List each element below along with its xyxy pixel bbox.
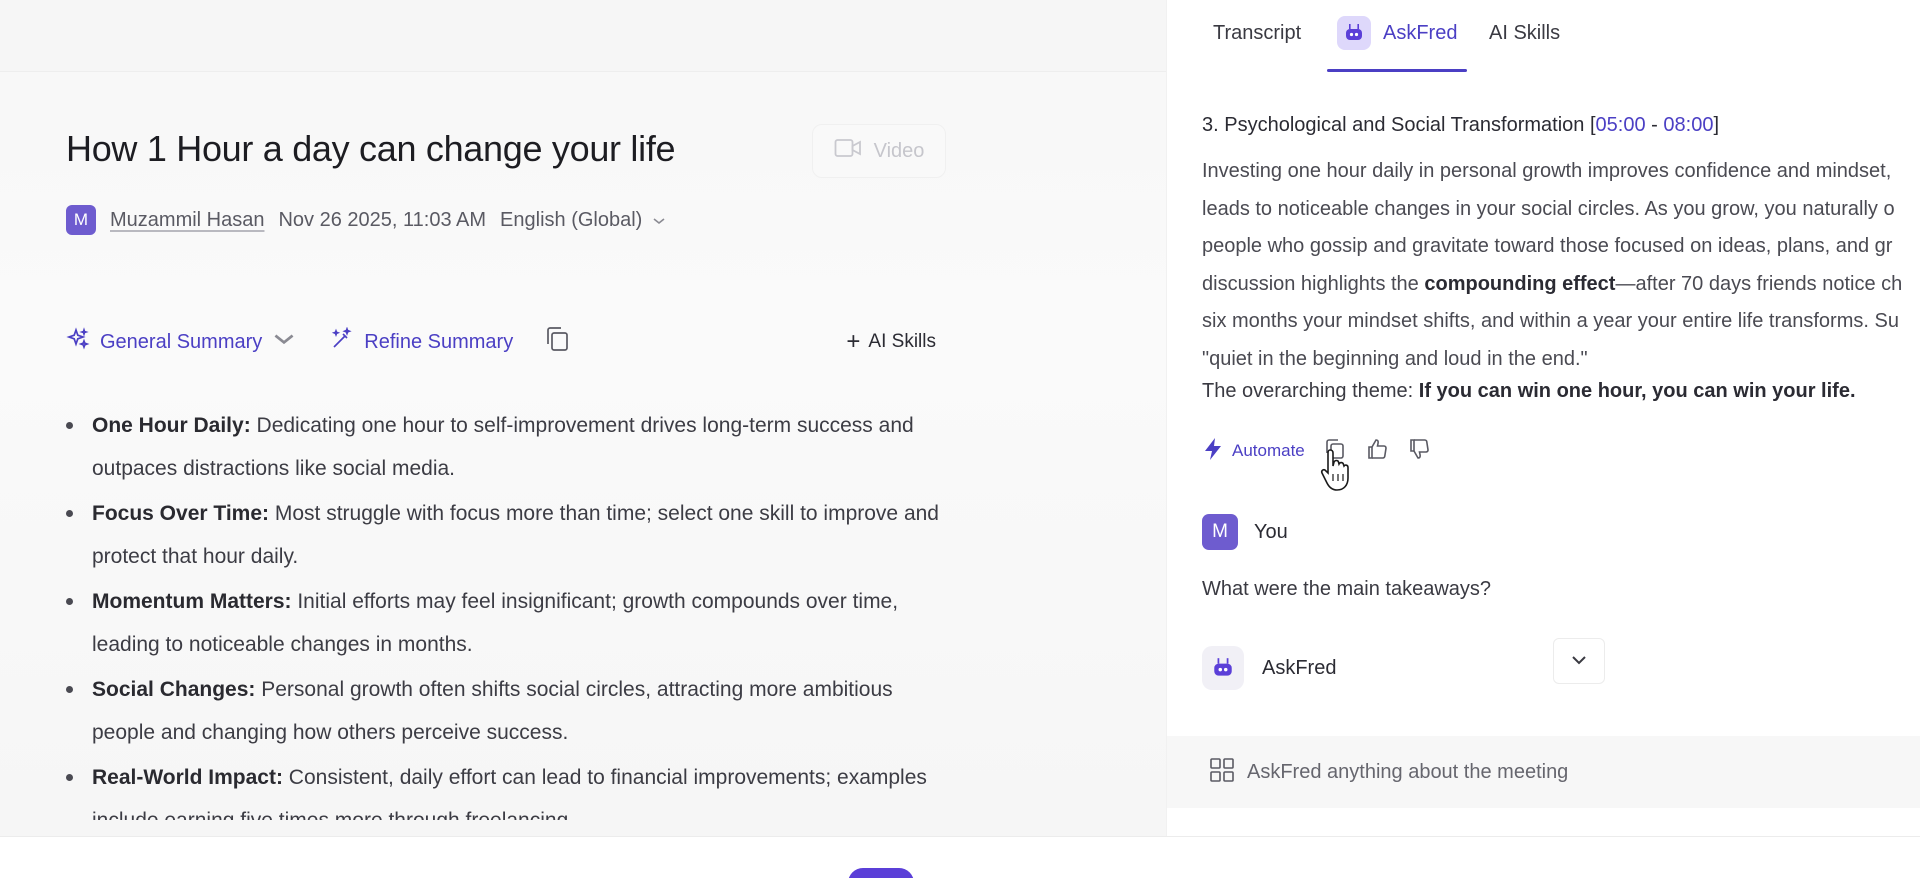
user-label: You — [1254, 520, 1288, 543]
answer-line: people who gossip and gravitate toward t… — [1202, 235, 1893, 257]
video-camera-icon — [834, 137, 862, 165]
magic-wand-icon — [330, 326, 354, 357]
language-value: English (Global) — [500, 208, 643, 231]
thumbs-down-button[interactable] — [1407, 437, 1431, 466]
answer-text: discussion highlights the — [1202, 272, 1425, 295]
video-button-label: Video — [873, 139, 925, 162]
chevron-down-icon — [1571, 652, 1587, 670]
section-title: 3. Psychological and Social Transformati… — [1202, 114, 1585, 136]
tab-transcript-label: Transcript — [1213, 22, 1302, 44]
user-question: What were the main takeaways? — [1202, 578, 1492, 600]
general-summary-label: General Summary — [100, 330, 263, 353]
robot-icon — [1337, 16, 1371, 50]
bullet-label: Focus Over Time: — [92, 502, 270, 525]
thumbs-down-icon — [1409, 438, 1429, 459]
timestamp-start-link[interactable]: 05:00 — [1596, 114, 1646, 136]
answer-section-heading: 3. Psychological and Social Transformati… — [1202, 114, 1719, 137]
refine-summary-button[interactable]: Refine Summary — [330, 326, 514, 357]
thumbs-up-button[interactable] — [1365, 437, 1389, 466]
copy-summary-button[interactable] — [543, 324, 571, 360]
refine-summary-label: Refine Summary — [364, 330, 514, 353]
theme-text: If you can win one hour, you can win you… — [1418, 380, 1856, 402]
meeting-summary-pane: How 1 Hour a day can change your life Vi… — [0, 0, 1166, 836]
automate-button[interactable]: Automate — [1202, 437, 1305, 466]
list-item: Momentum Matters: Initial efforts may fe… — [66, 580, 946, 666]
answer-line: Investing one hour daily in personal gro… — [1202, 160, 1892, 182]
bottom-bar — [0, 836, 1920, 878]
lightning-icon — [1202, 437, 1224, 466]
hand-cursor-icon — [1320, 449, 1349, 491]
tab-askfred[interactable]: AskFred — [1337, 16, 1457, 50]
answer-line: "quiet in the beginning and loud in the … — [1202, 347, 1588, 370]
sparkle-icon — [66, 327, 90, 357]
active-tab-indicator — [1327, 69, 1467, 72]
automate-label: Automate — [1232, 441, 1305, 460]
tab-transcript[interactable]: Transcript — [1213, 22, 1301, 45]
top-band — [0, 0, 1166, 72]
robot-icon — [1202, 646, 1244, 690]
author-name-link[interactable]: Muzammil Hasan — [110, 209, 264, 232]
chat-input[interactable] — [1247, 760, 1847, 784]
answer-theme: The overarching theme: If you can win on… — [1202, 380, 1856, 403]
answer-line: six months your mindset shifts, and with… — [1202, 310, 1899, 332]
answer-body: Investing one hour daily in personal gro… — [1202, 153, 1920, 378]
timestamp-end-link[interactable]: 08:00 — [1663, 114, 1713, 136]
user-avatar: M — [1202, 514, 1238, 550]
tab-askfred-label: AskFred — [1383, 21, 1458, 44]
list-item: One Hour Daily: Dedicating one hour to s… — [66, 404, 946, 490]
timestamp-bracket: ] — [1713, 114, 1720, 136]
language-dropdown[interactable]: English (Global) — [500, 209, 666, 232]
bullet-label: Momentum Matters: — [92, 590, 292, 613]
chevron-down-icon — [652, 209, 666, 232]
list-item: Social Changes: Personal growth often sh… — [66, 668, 946, 754]
right-pane-tabs: Transcript AskFred AI Skills — [1167, 0, 1920, 72]
list-item: Focus Over Time: Most struggle with focu… — [66, 492, 946, 578]
bot-label: AskFred — [1262, 656, 1337, 679]
add-ai-skills-button[interactable]: + AI Skills — [846, 328, 936, 355]
bottom-action-pill[interactable] — [848, 868, 914, 878]
general-summary-dropdown[interactable]: General Summary — [66, 327, 296, 357]
chat-composer — [1167, 736, 1920, 808]
timestamp-separator: - — [1645, 114, 1664, 136]
bullet-label: Real-World Impact: — [92, 766, 283, 789]
meeting-title: How 1 Hour a day can change your life — [66, 128, 676, 169]
askfred-pane: Transcript AskFred AI Skills 3. Psycholo… — [1166, 0, 1920, 836]
bullet-label: Social Changes: — [92, 678, 256, 701]
tab-ai-skills[interactable]: AI Skills — [1489, 22, 1560, 45]
answer-actions: Automate — [1202, 436, 1431, 466]
answer-line: leads to noticeable changes in your soci… — [1202, 197, 1895, 220]
list-item: Real-World Impact: Consistent, daily eff… — [66, 756, 946, 820]
bot-message-header: AskFred — [1202, 646, 1336, 690]
bullet-label: One Hour Daily: — [92, 414, 251, 437]
timestamp-bracket: [ — [1584, 114, 1596, 136]
grid-icon[interactable] — [1209, 757, 1235, 788]
summary-toolbar: General Summary Refine Summary + AI Skil… — [66, 324, 936, 360]
expand-response-button[interactable] — [1553, 638, 1605, 684]
chevron-down-icon — [272, 327, 296, 357]
plus-icon: + — [846, 328, 861, 355]
meeting-meta: M Muzammil Hasan Nov 26 2025, 11:03 AM E… — [66, 204, 666, 236]
theme-label: The overarching theme: — [1202, 380, 1419, 402]
answer-bold-text: compounding effect — [1424, 272, 1616, 295]
tab-ai-skills-label: AI Skills — [1489, 22, 1561, 44]
thumbs-up-icon — [1367, 438, 1387, 459]
user-message-header: M You — [1202, 514, 1288, 550]
answer-line: discussion highlights the compounding ef… — [1202, 266, 1920, 304]
meeting-date: Nov 26 2025, 11:03 AM — [278, 208, 487, 231]
ai-skills-label: AI Skills — [868, 331, 936, 352]
author-avatar: M — [66, 205, 96, 235]
summary-bullet-list: One Hour Daily: Dedicating one hour to s… — [66, 404, 946, 820]
video-button[interactable]: Video — [812, 124, 946, 178]
copy-icon — [543, 324, 571, 360]
answer-text: —after 70 days friends notice ch — [1615, 272, 1903, 295]
